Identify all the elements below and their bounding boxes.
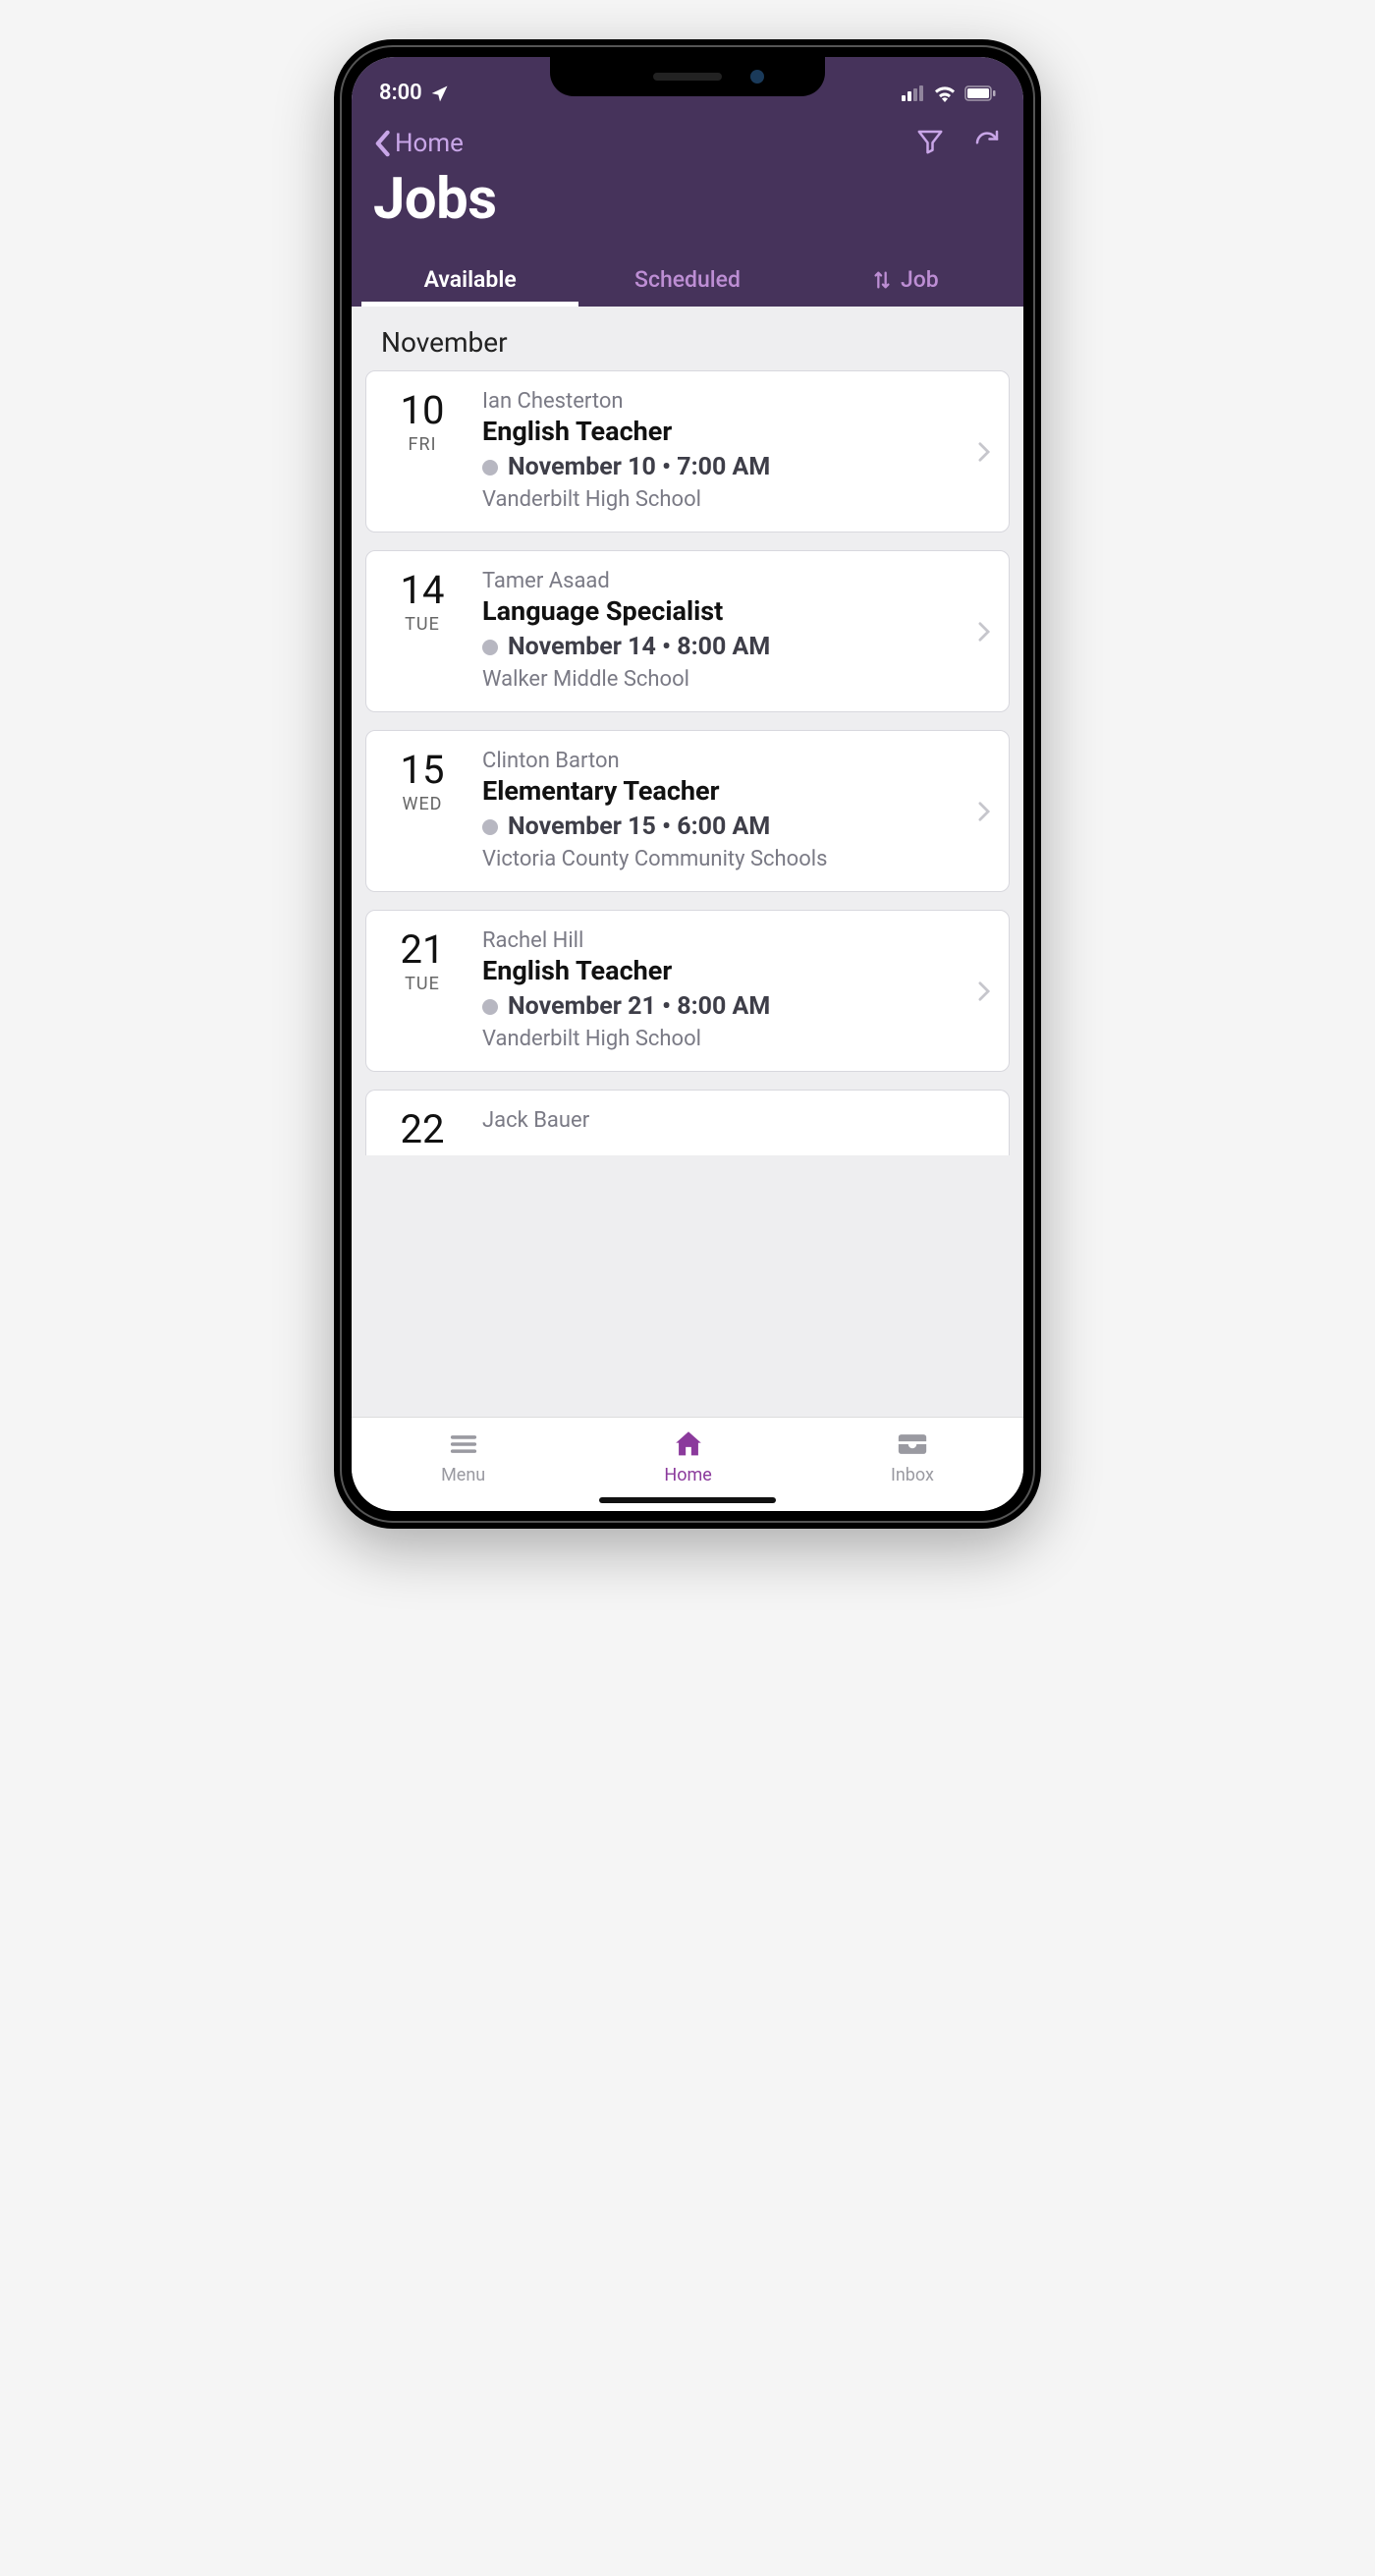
tab-scheduled-label: Scheduled	[634, 266, 741, 293]
nav-menu-label: Menu	[441, 1465, 485, 1485]
menu-icon	[447, 1428, 480, 1461]
job-datetime: November 15 • 6:00 AM	[508, 812, 770, 841]
tab-job-label: Job	[901, 266, 939, 293]
job-card[interactable]: 21 TUE Rachel Hill English Teacher Novem…	[365, 910, 1010, 1072]
nav-home-label: Home	[664, 1465, 711, 1485]
job-day-name: TUE	[388, 974, 457, 994]
job-role: English Teacher	[482, 955, 987, 986]
notch	[550, 57, 825, 96]
status-dot-icon	[482, 460, 498, 476]
content-area: November 10 FRI Ian Chesterton English T…	[352, 307, 1023, 1417]
status-dot-icon	[482, 819, 498, 835]
nav-menu[interactable]: Menu	[441, 1428, 485, 1485]
chevron-right-icon	[977, 801, 991, 822]
job-card[interactable]: 15 WED Clinton Barton Elementary Teacher…	[365, 730, 1010, 892]
status-dot-icon	[482, 640, 498, 655]
tab-job[interactable]: Job	[797, 251, 1014, 307]
job-day-number: 14	[388, 571, 457, 610]
job-person: Ian Chesterton	[482, 389, 987, 414]
job-person: Tamer Asaad	[482, 569, 987, 593]
back-button[interactable]: Home	[373, 129, 464, 158]
screen: 8:00 Home	[352, 57, 1023, 1511]
signal-icon	[902, 85, 925, 101]
job-date: 22	[388, 1108, 457, 1149]
job-person: Rachel Hill	[482, 928, 987, 953]
chevron-right-icon	[977, 621, 991, 643]
nav-inbox[interactable]: Inbox	[891, 1428, 934, 1485]
job-location: Vanderbilt High School	[482, 487, 987, 512]
job-day-name: FRI	[388, 434, 457, 455]
chevron-right-icon	[977, 441, 991, 463]
status-time: 8:00	[379, 81, 422, 105]
refresh-button[interactable]	[972, 127, 1002, 160]
wifi-icon	[933, 84, 957, 102]
job-date: 15 WED	[388, 749, 457, 814]
battery-icon	[964, 85, 996, 101]
tab-scheduled[interactable]: Scheduled	[578, 251, 796, 307]
home-icon	[672, 1428, 705, 1461]
job-datetime: November 21 • 8:00 AM	[508, 992, 770, 1021]
job-date: 21 TUE	[388, 928, 457, 994]
nav-home[interactable]: Home	[664, 1428, 711, 1485]
sort-icon	[871, 269, 893, 291]
job-location: Vanderbilt High School	[482, 1027, 987, 1051]
job-card[interactable]: 10 FRI Ian Chesterton English Teacher No…	[365, 370, 1010, 532]
job-day-number: 10	[388, 391, 457, 430]
tabs: Available Scheduled Job	[352, 251, 1023, 307]
refresh-icon	[972, 127, 1002, 156]
job-location: Walker Middle School	[482, 667, 987, 692]
status-dot-icon	[482, 999, 498, 1015]
page-title: Jobs	[373, 166, 1002, 233]
back-label: Home	[395, 129, 464, 158]
filter-icon	[915, 127, 945, 156]
job-day-number: 22	[388, 1110, 457, 1149]
chevron-right-icon	[977, 980, 991, 1002]
job-person: Jack Bauer	[482, 1108, 987, 1133]
job-role: English Teacher	[482, 416, 987, 447]
job-location: Victoria County Community Schools	[482, 847, 987, 871]
job-card[interactable]: 22 Jack Bauer	[365, 1090, 1010, 1155]
home-indicator	[599, 1497, 776, 1503]
job-day-name: WED	[388, 794, 457, 814]
nav-inbox-label: Inbox	[891, 1465, 934, 1485]
job-card[interactable]: 14 TUE Tamer Asaad Language Specialist N…	[365, 550, 1010, 712]
job-day-number: 21	[388, 930, 457, 970]
tab-available[interactable]: Available	[361, 251, 578, 307]
job-role: Elementary Teacher	[482, 775, 987, 807]
job-date: 14 TUE	[388, 569, 457, 635]
month-header: November	[352, 307, 1023, 370]
job-datetime: November 10 • 7:00 AM	[508, 453, 770, 481]
location-arrow-icon	[430, 84, 450, 103]
job-date: 10 FRI	[388, 389, 457, 455]
job-day-number: 15	[388, 751, 457, 790]
phone-frame: 8:00 Home	[334, 39, 1041, 1529]
job-datetime: November 14 • 8:00 AM	[508, 633, 770, 661]
job-day-name: TUE	[388, 614, 457, 635]
job-role: Language Specialist	[482, 595, 987, 627]
inbox-icon	[896, 1428, 929, 1461]
filter-button[interactable]	[915, 127, 945, 160]
tab-available-label: Available	[424, 266, 517, 293]
job-person: Clinton Barton	[482, 749, 987, 773]
chevron-left-icon	[373, 130, 391, 157]
